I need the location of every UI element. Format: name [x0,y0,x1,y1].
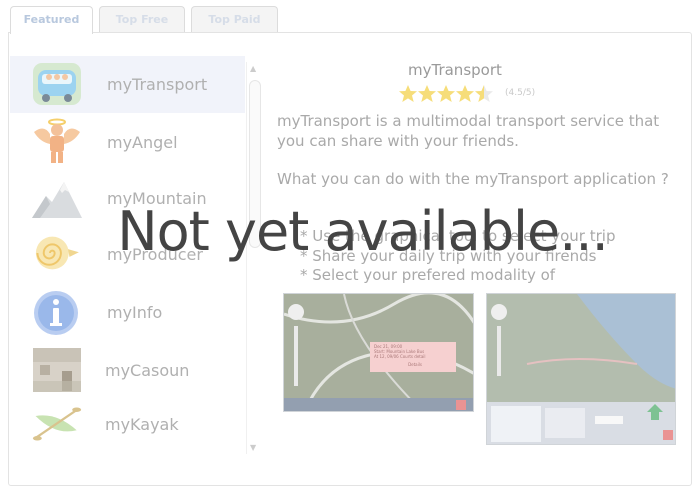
app-item-mytransport[interactable]: myTransport [10,56,245,113]
house-icon [32,347,82,393]
app-item-myangel[interactable]: myAngel [10,114,245,171]
kayak-icon [32,401,82,447]
star-rating [398,84,493,104]
star-icon [456,85,474,102]
popup-details-link[interactable]: Details [374,362,456,367]
star-icon [399,85,417,102]
app-screenshot-1[interactable]: Dec 21, 09:00 Start: Mountain Lake Bus A… [283,293,474,412]
app-screenshot-2[interactable] [486,293,676,445]
app-name: myKayak [105,415,179,434]
app-name: myTransport [107,75,208,94]
app-item-mykayak[interactable]: myKayak [10,396,245,453]
star-icon [418,85,436,102]
app-name: myAngel [107,133,178,152]
star-icon [475,85,493,102]
app-question: What you can do with the myTransport app… [277,170,669,188]
scroll-up-arrow-icon[interactable]: ▲ [250,64,256,73]
bus-icon [32,61,82,107]
rating-text: (4.5/5) [505,88,536,98]
app-detail-title: myTransport [408,61,502,79]
app-item-myinfo[interactable]: myInfo [10,284,245,341]
tab-top-paid[interactable]: Top Paid [191,6,278,32]
feature-item: * Select your prefered modality of [300,266,556,284]
angel-icon [32,118,82,164]
tab-featured[interactable]: Featured [10,6,93,34]
app-name: myCasoun [105,361,190,380]
app-name: myInfo [107,303,163,322]
popup-line: At 12, 09/06 Courts detail [374,354,426,359]
tab-top-free[interactable]: Top Free [99,6,185,32]
not-available-overlay: Not yet available... [117,200,609,263]
star-icon [437,85,455,102]
app-description: myTransport is a multimodal transport se… [277,112,660,150]
scroll-down-arrow-icon[interactable]: ▼ [250,443,256,452]
app-item-mycasoun[interactable]: myCasoun [10,342,245,399]
info-icon [32,290,82,336]
